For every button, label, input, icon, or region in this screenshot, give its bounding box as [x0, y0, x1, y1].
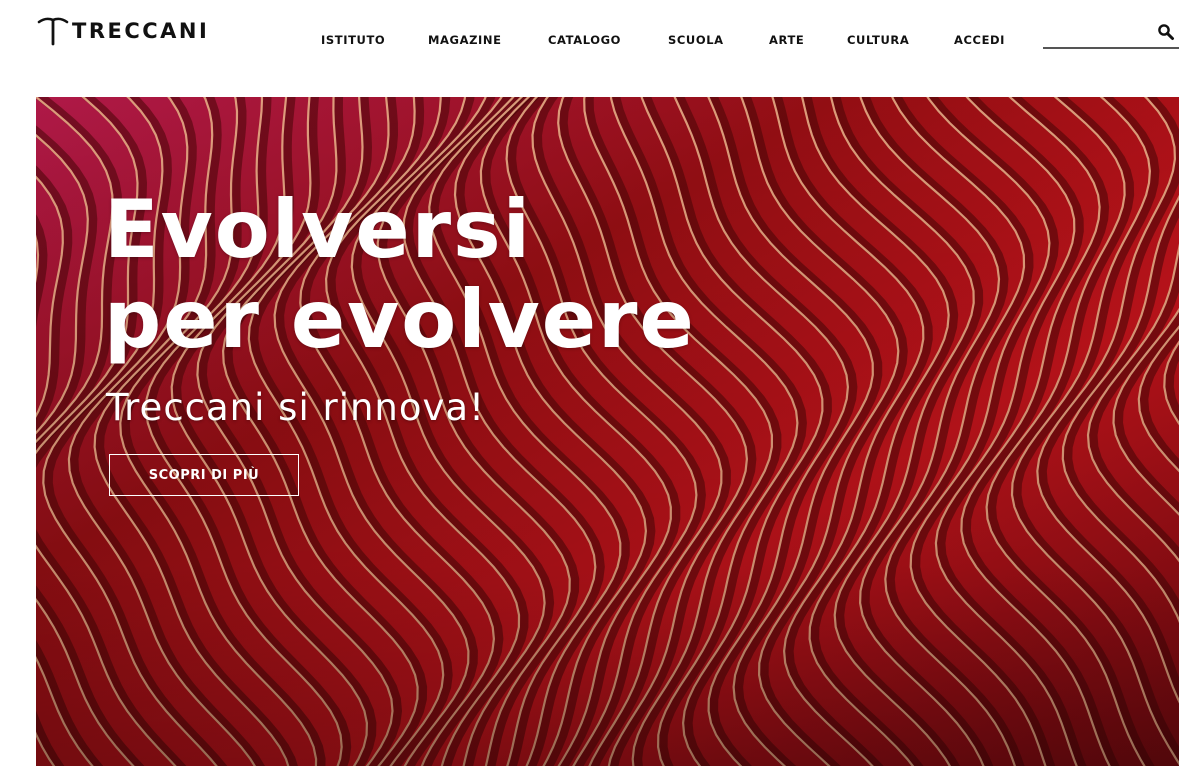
hero-banner: Evolversi per evolvere Treccani si rinno… — [36, 97, 1179, 766]
hero-title-line-2: per evolvere — [104, 273, 696, 366]
hero-title-line-1: Evolversi — [104, 183, 533, 276]
hero-title: Evolversi per evolvere — [104, 185, 696, 365]
nav-item-arte[interactable]: ARTE — [769, 33, 804, 47]
nav-item-accedi[interactable]: ACCEDI — [954, 33, 1005, 47]
site-header: TRECCANI ISTITUTO MAGAZINE CATALOGO SCUO… — [0, 0, 1179, 92]
nav-item-catalogo[interactable]: CATALOGO — [548, 33, 621, 47]
search-icon[interactable] — [1157, 23, 1175, 41]
main-nav: ISTITUTO MAGAZINE CATALOGO SCUOLA ARTE C… — [0, 33, 1179, 53]
hero-subtitle: Treccani si rinnova! — [106, 386, 485, 429]
search-underline — [1043, 47, 1179, 49]
search-box — [1043, 20, 1179, 49]
discover-more-button[interactable]: SCOPRI DI PIÙ — [109, 454, 299, 496]
nav-item-scuola[interactable]: SCUOLA — [668, 33, 724, 47]
nav-item-cultura[interactable]: CULTURA — [847, 33, 909, 47]
nav-item-magazine[interactable]: MAGAZINE — [428, 33, 502, 47]
nav-item-istituto[interactable]: ISTITUTO — [321, 33, 385, 47]
search-input[interactable] — [1043, 26, 1153, 44]
